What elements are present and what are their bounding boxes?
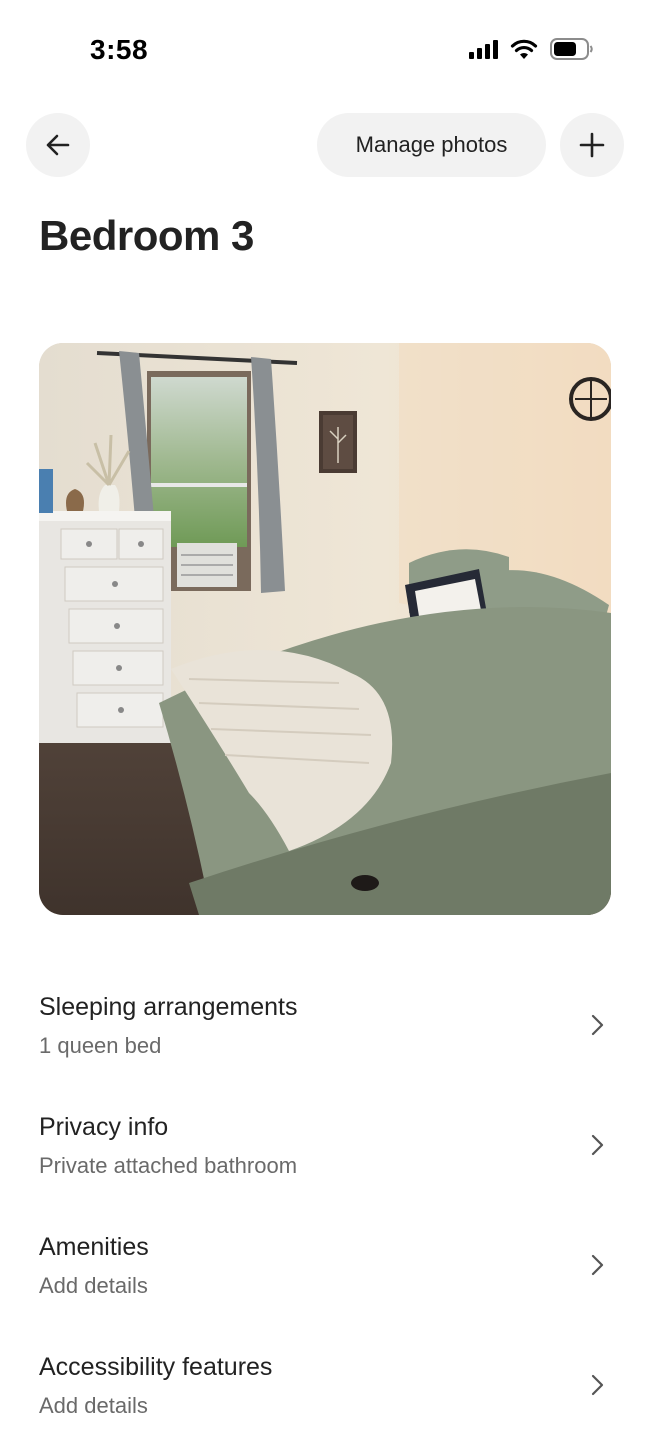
bedroom-photo-illustration [39,343,611,915]
page-title: Bedroom 3 [39,212,254,259]
item-subtitle: Add details [39,1273,148,1298]
item-title: Accessibility features [39,1353,273,1381]
back-button[interactable] [26,113,90,177]
add-photo-button[interactable] [560,113,624,177]
arrow-left-icon [46,134,70,156]
item-subtitle: Add details [39,1393,148,1418]
chevron-right-icon [591,1374,604,1396]
wifi-icon [510,39,538,59]
battery-icon [550,38,593,60]
cellular-signal-icon [469,40,498,59]
status-bar: 3:58 [0,0,650,100]
chevron-right-icon [591,1254,604,1276]
status-time: 3:58 [90,34,149,65]
item-subtitle: Private attached bathroom [39,1153,298,1178]
room-photo[interactable] [39,343,611,915]
accessibility-features-row[interactable]: Accessibility features Add details [39,1335,611,1455]
item-subtitle: 1 queen bed [39,1033,162,1058]
amenities-row[interactable]: Amenities Add details [39,1215,611,1335]
sleeping-arrangements-row[interactable]: Sleeping arrangements 1 queen bed [39,975,611,1095]
item-title: Sleeping arrangements [39,993,298,1021]
status-icons [468,38,594,60]
chevron-right-icon [591,1134,604,1156]
plus-icon [579,132,605,158]
room-details-list: Sleeping arrangements 1 queen bed Privac… [39,975,611,1455]
chevron-right-icon [591,1014,604,1036]
item-title: Privacy info [39,1113,169,1141]
privacy-info-row[interactable]: Privacy info Private attached bathroom [39,1095,611,1215]
item-title: Amenities [39,1233,149,1261]
manage-photos-button[interactable]: Manage photos [317,113,546,177]
